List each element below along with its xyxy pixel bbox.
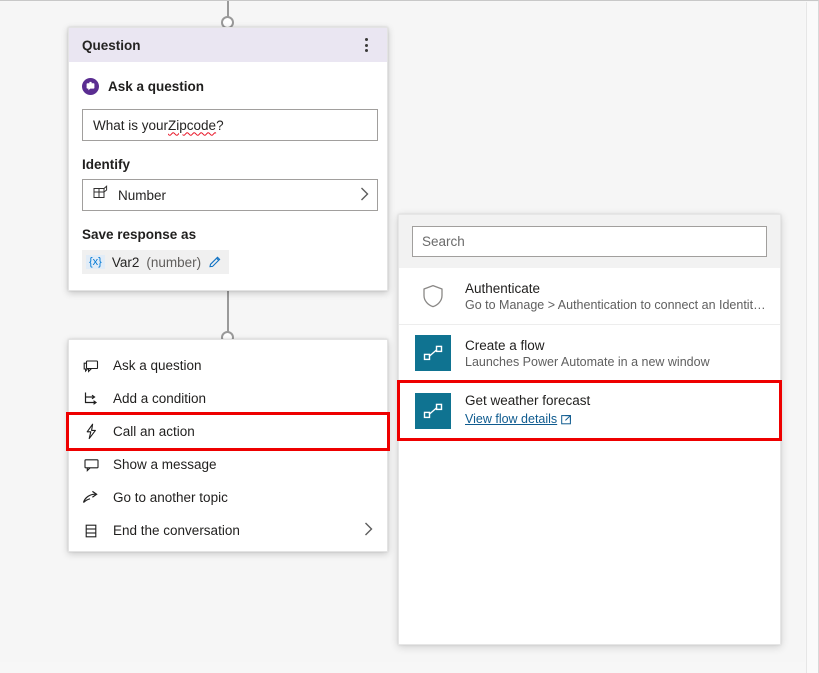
shield-icon	[415, 278, 451, 314]
identify-label: Identify	[82, 157, 131, 172]
menu-item-end-the-conversation[interactable]: End the conversation	[69, 514, 387, 547]
action-row-get-weather-forecast[interactable]: Get weather forecast View flow details	[397, 380, 782, 441]
entity-grid-icon	[93, 185, 108, 205]
action-picker-panel[interactable]: Authenticate Go to Manage > Authenticati…	[397, 214, 782, 645]
action-row-create-a-flow[interactable]: Create a flow Launches Power Automate in…	[399, 325, 780, 382]
menu-item-show-a-message[interactable]: Show a message	[69, 448, 387, 481]
action-row-authenticate[interactable]: Authenticate Go to Manage > Authenticati…	[399, 268, 780, 325]
action-row-text: Create a flow Launches Power Automate in…	[465, 338, 766, 369]
canvas-right-gutter	[806, 2, 818, 673]
menu-item-label: Ask a question	[113, 358, 202, 373]
chevron-right-icon	[360, 187, 369, 204]
action-title: Create a flow	[465, 337, 545, 353]
ask-a-question-row: Ask a question	[82, 78, 373, 95]
ask-question-icon	[82, 78, 99, 95]
question-card-body: Ask a question What is your Zipcode? Ide…	[69, 62, 387, 274]
question-text-prefix: What is your	[93, 117, 169, 133]
search-input[interactable]	[412, 226, 767, 257]
action-subtitle: Launches Power Automate in a new window	[465, 354, 710, 369]
bottom-connector-line	[227, 291, 229, 333]
menu-item-label: End the conversation	[113, 523, 240, 538]
action-row-text: Authenticate Go to Manage > Authenticati…	[465, 281, 766, 312]
ask-question-node-icon	[69, 358, 113, 374]
save-response-label: Save response as	[82, 227, 197, 242]
variable-brace-icon: {x}	[86, 255, 105, 269]
question-text-misspelled-word: Zipcode	[168, 117, 217, 133]
menu-item-call-an-action[interactable]: Call an action	[66, 412, 390, 451]
chevron-right-icon	[364, 522, 373, 539]
action-title: Authenticate	[465, 280, 541, 296]
question-card-header: Question	[69, 28, 387, 62]
power-automate-flow-icon	[415, 392, 451, 429]
variable-type: (number)	[146, 254, 202, 270]
variable-name: Var2	[111, 254, 140, 270]
menu-item-ask-a-question[interactable]: Ask a question	[69, 349, 387, 382]
view-flow-details-link[interactable]: View flow details	[465, 412, 572, 426]
action-search-container	[399, 215, 780, 268]
open-in-new-icon	[561, 414, 572, 425]
view-flow-details-label: View flow details	[465, 412, 558, 426]
question-text-suffix: ?	[216, 117, 224, 133]
menu-item-label: Add a condition	[113, 391, 207, 406]
menu-item-label: Go to another topic	[113, 490, 228, 505]
action-row-text: Get weather forecast View flow details	[465, 393, 766, 428]
pencil-icon[interactable]	[208, 255, 222, 269]
question-card-title: Question	[82, 37, 141, 53]
lightning-bolt-icon	[69, 423, 113, 440]
power-automate-flow-icon	[415, 335, 451, 371]
add-node-menu[interactable]: Ask a question Add a condition Call an a…	[66, 339, 390, 552]
ask-question-label: Ask a question	[108, 79, 205, 94]
question-text-input[interactable]: What is your Zipcode?	[82, 109, 378, 141]
action-title: Get weather forecast	[465, 393, 591, 408]
app-root: Question Ask a question What is your Zip…	[0, 0, 819, 673]
question-node-card[interactable]: Question Ask a question What is your Zip…	[68, 27, 388, 291]
identify-entity-select[interactable]: Number	[82, 179, 378, 211]
menu-item-label: Show a message	[113, 457, 217, 472]
saved-variable-chip[interactable]: {x} Var2 (number)	[82, 250, 230, 274]
action-subtitle: Go to Manage > Authentication to connect…	[465, 297, 766, 312]
message-bubble-icon	[69, 457, 113, 473]
redirect-arrow-icon	[69, 490, 113, 506]
menu-item-label: Call an action	[113, 424, 195, 439]
identify-entity-value: Number	[118, 187, 167, 203]
condition-branch-icon	[69, 391, 113, 407]
end-conversation-icon	[69, 523, 113, 539]
more-options-icon[interactable]	[353, 32, 379, 58]
menu-item-go-to-another-topic[interactable]: Go to another topic	[69, 481, 387, 514]
menu-item-add-a-condition[interactable]: Add a condition	[69, 382, 387, 415]
